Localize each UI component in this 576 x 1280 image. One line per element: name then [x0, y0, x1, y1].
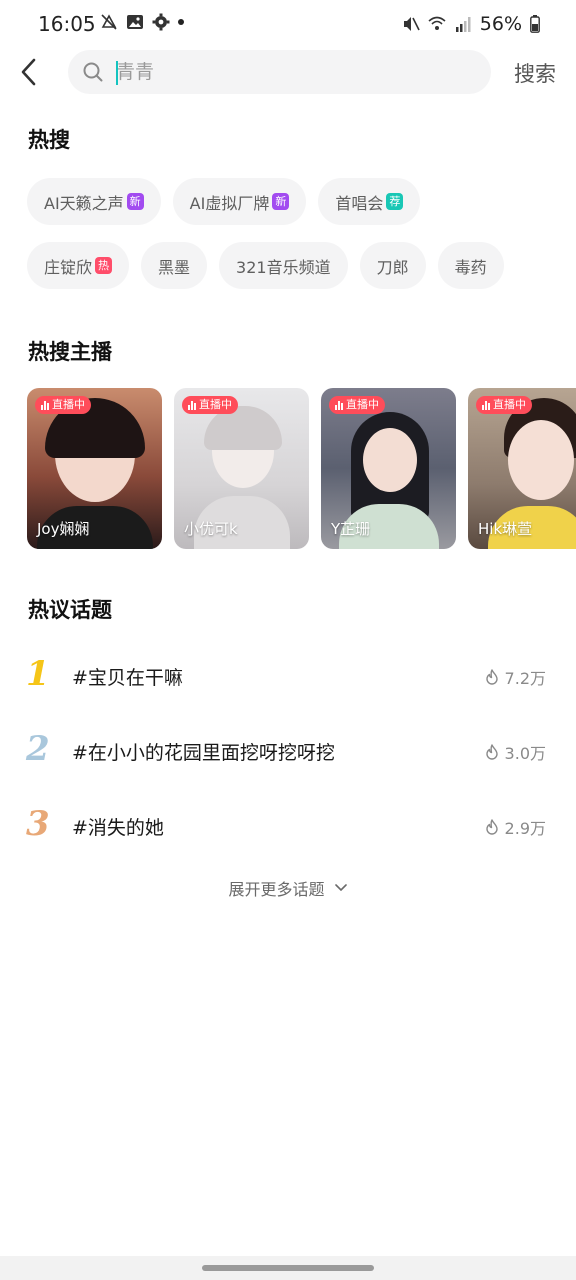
hot-search-tag[interactable]: 毒药: [437, 242, 504, 289]
home-handle[interactable]: [202, 1265, 374, 1271]
hot-search-row-1: AI天籁之声 新 AI虚拟厂牌 新 首唱会 荐: [27, 178, 421, 225]
signal-icon: [455, 17, 471, 32]
battery-percentage: 56%: [479, 13, 522, 35]
hot-search-tag[interactable]: 庄锭欣 热: [27, 242, 130, 289]
live-bars-icon: [482, 400, 490, 410]
tag-label: 黑墨: [158, 257, 191, 277]
hot-search-tag[interactable]: 321音乐频道: [219, 242, 348, 289]
hot-search-tag[interactable]: AI虚拟厂牌 新: [172, 178, 307, 225]
streamer-card[interactable]: 直播中 小优可k: [174, 388, 309, 549]
hot-badge: 热: [95, 257, 113, 274]
back-icon[interactable]: [14, 54, 46, 90]
notification-dot: [178, 19, 184, 25]
settings-icon: [152, 13, 170, 31]
streamer-card[interactable]: 直播中 Y芷珊: [321, 388, 456, 549]
gesture-navigation-bar: [0, 1256, 576, 1280]
topic-text: #宝贝在干嘛: [72, 667, 183, 689]
hot-topics-title: 热议话题: [28, 598, 112, 622]
topic-rank: 1: [26, 654, 50, 694]
streamer-card[interactable]: 直播中 Hik琳萱: [468, 388, 576, 549]
topic-item[interactable]: 1 #宝贝在干嘛 7.2万: [0, 648, 576, 708]
flame-icon: [485, 744, 498, 760]
streamer-thumbnail: [508, 420, 574, 500]
battery-icon: [530, 15, 540, 33]
search-box[interactable]: [68, 50, 491, 94]
topic-heat: 2.9万: [485, 815, 546, 839]
live-badge: 直播中: [476, 396, 532, 414]
search-header: 搜索: [0, 48, 576, 98]
expand-more-topics-button[interactable]: 展开更多话题: [0, 876, 576, 900]
hot-streamers-title: 热搜主播: [28, 340, 112, 364]
topic-text: #在小小的花园里面挖呀挖呀挖: [72, 742, 335, 764]
new-badge: 新: [272, 193, 290, 210]
status-time: 16:05: [38, 12, 96, 36]
expand-more-label: 展开更多话题: [228, 880, 325, 899]
hot-search-row-2: 庄锭欣 热 黑墨 321音乐频道 刀郎 毒药: [27, 242, 504, 289]
topic-item[interactable]: 2 #在小小的花园里面挖呀挖呀挖 3.0万: [0, 723, 576, 783]
search-input[interactable]: [116, 50, 476, 94]
live-badge: 直播中: [182, 396, 238, 414]
streamer-list: 直播中 Joy娴娴 直播中 小优可k 直播中 Y芷珊 直播中 Hik琳萱: [27, 388, 576, 549]
search-button[interactable]: 搜索: [514, 58, 556, 88]
topic-rank: 3: [26, 804, 50, 844]
streamer-card[interactable]: 直播中 Joy娴娴: [27, 388, 162, 549]
muted-notification-icon: [101, 14, 117, 30]
topic-item[interactable]: 3 #消失的她 2.9万: [0, 798, 576, 858]
heat-value: 7.2万: [504, 669, 546, 688]
hot-search-tag[interactable]: 首唱会 荐: [318, 178, 421, 225]
hot-search-tag[interactable]: 黑墨: [141, 242, 208, 289]
tag-label: AI天籁之声: [44, 193, 124, 213]
streamer-name: Hik琳萱: [478, 520, 533, 538]
wifi-icon: [428, 16, 446, 30]
chevron-down-icon: [334, 884, 347, 891]
topic-text: #消失的她: [72, 817, 164, 839]
live-bars-icon: [335, 400, 343, 410]
tag-label: 首唱会: [335, 193, 384, 213]
status-bar: 16:05 56%: [0, 0, 576, 48]
heat-value: 2.9万: [504, 819, 546, 838]
tag-label: AI虚拟厂牌: [189, 193, 270, 213]
recommend-badge: 荐: [386, 193, 404, 210]
live-badge: 直播中: [35, 396, 91, 414]
flame-icon: [485, 819, 498, 835]
topic-heat: 7.2万: [485, 665, 546, 689]
streamer-name: Joy娴娴: [37, 520, 90, 538]
tag-label: 庄锭欣: [44, 257, 93, 277]
tag-label: 321音乐频道: [236, 257, 331, 277]
live-badge: 直播中: [329, 396, 385, 414]
mute-icon: [403, 17, 420, 31]
flame-icon: [485, 669, 498, 685]
new-badge: 新: [126, 193, 144, 210]
live-bars-icon: [41, 400, 49, 410]
streamer-name: 小优可k: [184, 520, 238, 538]
topic-rank: 2: [26, 729, 50, 769]
image-icon: [127, 15, 143, 29]
live-bars-icon: [188, 400, 196, 410]
tag-label: 刀郎: [376, 257, 409, 277]
hot-search-tag[interactable]: AI天籁之声 新: [27, 178, 161, 225]
text-cursor: [116, 61, 118, 85]
hot-search-tag[interactable]: 刀郎: [359, 242, 426, 289]
hot-search-title: 热搜: [28, 128, 70, 152]
tag-label: 毒药: [454, 257, 487, 277]
streamer-name: Y芷珊: [331, 520, 371, 538]
search-icon: [83, 62, 103, 82]
heat-value: 3.0万: [504, 744, 546, 763]
topic-heat: 3.0万: [485, 740, 546, 764]
